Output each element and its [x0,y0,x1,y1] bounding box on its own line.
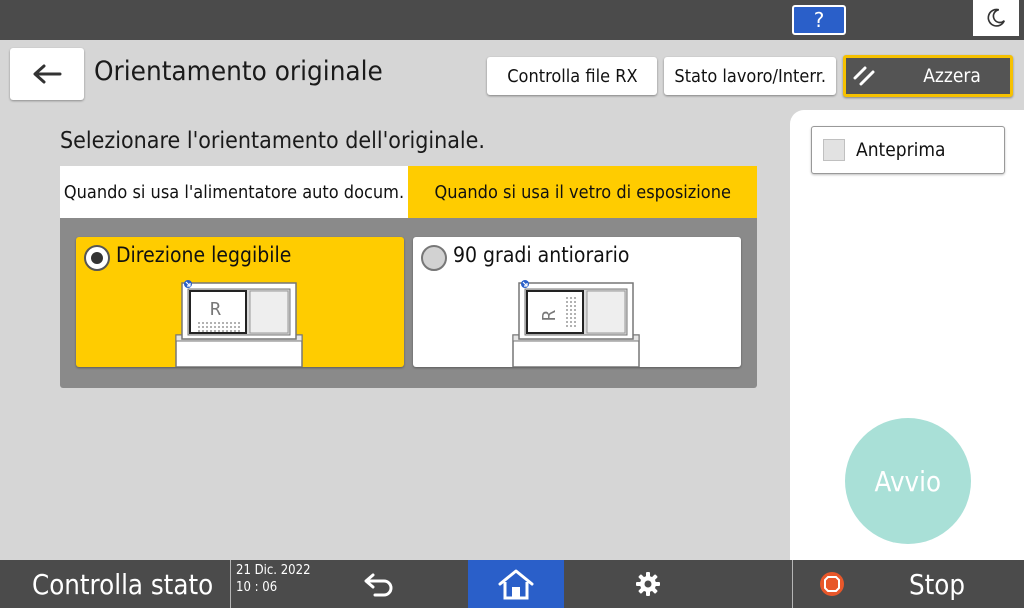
time-text: 10 : 06 [236,580,278,595]
undo-icon [364,573,393,597]
moon-icon [987,8,1006,27]
settings-button[interactable] [608,560,688,608]
radio-readable-direction[interactable] [84,245,110,271]
check-status-button[interactable]: Controlla stato [0,560,230,608]
check-rx-file-button[interactable]: Controlla file RX [487,57,657,95]
reset-button[interactable]: Azzera [843,55,1013,97]
system-top-bar [0,0,1024,40]
help-button[interactable]: ? [792,5,846,35]
preview-toggle[interactable]: Anteprima [811,126,1005,174]
scanner-readable-icon: R [175,280,303,367]
gear-icon [636,572,660,596]
date-time: 21 Dic. 2022 10 : 06 [236,562,311,596]
svg-text:R: R [210,299,221,320]
divider [230,560,231,608]
option-readable-direction[interactable]: Direzione leggibile R [76,237,404,367]
tab-adf[interactable]: Quando si usa l'alimentatore auto docum. [60,166,408,218]
stop-icon [820,572,844,596]
help-label: ? [813,8,825,32]
date-text: 21 Dic. 2022 [236,563,311,578]
svg-text:R: R [539,310,560,321]
start-button[interactable]: Avvio [845,418,971,544]
page-title: Orientamento originale [94,56,383,87]
night-mode-button[interactable] [973,0,1019,36]
undo-button[interactable] [340,560,420,608]
preview-checkbox[interactable] [823,139,845,161]
home-icon [498,569,534,600]
option-label: 90 gradi antiorario [453,243,630,267]
scanner-rotated-icon: R [512,280,640,367]
reset-slash-icon [853,66,875,86]
arrow-left-icon [33,64,62,84]
option-label: Direzione leggibile [116,243,292,267]
tab-exposure-glass[interactable]: Quando si usa il vetro di esposizione [408,166,757,218]
home-button[interactable] [468,560,564,608]
stop-button[interactable]: Stop [793,560,1024,608]
job-status-button[interactable]: Stato lavoro/Interr. [664,57,836,95]
option-90-counterclockwise[interactable]: 90 gradi antiorario R [413,237,741,367]
instruction-text: Selezionare l'orientamento dell'original… [60,128,485,154]
back-button[interactable] [10,48,84,100]
radio-90-counterclockwise[interactable] [421,245,447,271]
